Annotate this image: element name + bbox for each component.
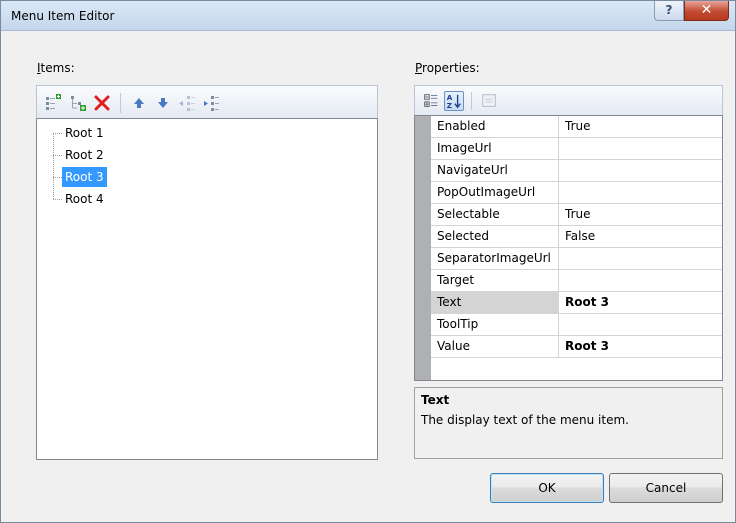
property-grid: Enabled True ImageUrl NavigateUrl PopOut… [414,115,723,381]
properties-toolbar: A Z [414,85,723,115]
items-tree[interactable]: Root 1 Root 2 Root 3 Root 4 [36,118,378,460]
tree-connector [53,133,62,134]
property-row-text[interactable]: Text Root 3 [431,292,722,314]
property-name: Target [431,270,559,291]
property-description: Text The display text of the menu item. [414,387,723,459]
menu-item-editor-dialog: Menu Item Editor ? ✕ Items: Root 1 Root … [0,0,736,523]
items-toolbar [36,85,378,118]
ok-button[interactable]: OK [490,473,604,503]
property-value[interactable] [560,248,722,269]
property-name: Text [431,292,559,313]
add-root-item-icon[interactable] [44,94,62,112]
property-value[interactable]: True [560,204,722,225]
property-row-selectable[interactable]: Selectable True [431,204,722,226]
property-row-imageurl[interactable]: ImageUrl [431,138,722,160]
property-pages-icon[interactable] [479,91,499,111]
unindent-icon[interactable] [178,94,196,112]
grid-margin [415,116,431,380]
property-value[interactable]: Root 3 [560,336,722,357]
property-row-popoutimageurl[interactable]: PopOutImageUrl [431,182,722,204]
items-label: Items: [37,61,75,75]
property-row-value[interactable]: Value Root 3 [431,336,722,358]
tree-node-root-1[interactable]: Root 1 [62,123,107,143]
description-title: Text [421,393,450,407]
property-value[interactable]: True [560,116,722,137]
indent-icon[interactable] [202,94,220,112]
window-title: Menu Item Editor [11,9,115,23]
properties-label: Properties: [415,61,480,75]
categorized-icon[interactable] [421,91,441,111]
property-name: Selected [431,226,559,247]
property-row-separatorimageurl[interactable]: SeparatorImageUrl [431,248,722,270]
add-child-item-icon[interactable] [69,94,87,112]
title-bar: Menu Item Editor ? ✕ [1,1,735,31]
property-name: NavigateUrl [431,160,559,181]
property-name: SeparatorImageUrl [431,248,559,269]
cancel-button[interactable]: Cancel [609,473,723,503]
property-value[interactable]: False [560,226,722,247]
help-icon: ? [665,3,673,17]
tree-connector [53,177,62,178]
tree-node-root-2[interactable]: Root 2 [62,145,107,165]
property-row-selected[interactable]: Selected False [431,226,722,248]
tree-node-root-3[interactable]: Root 3 [62,167,107,187]
property-row-target[interactable]: Target [431,270,722,292]
description-text: The display text of the menu item. [421,413,629,427]
delete-item-icon[interactable] [93,94,111,112]
alphabetical-icon[interactable]: A Z [444,91,464,111]
property-value[interactable] [560,160,722,181]
toolbar-separator [120,93,121,113]
property-row-tooltip[interactable]: ToolTip [431,314,722,336]
help-button[interactable]: ? [654,1,684,21]
property-name: ImageUrl [431,138,559,159]
property-name: PopOutImageUrl [431,182,559,203]
property-name: ToolTip [431,314,559,335]
tree-node-root-4[interactable]: Root 4 [62,189,107,209]
tree-connector [53,155,62,156]
svg-text:Z: Z [447,101,452,110]
property-value[interactable] [560,314,722,335]
property-name: Enabled [431,116,559,137]
property-name: Value [431,336,559,357]
move-up-icon[interactable] [130,94,148,112]
close-icon: ✕ [700,2,713,18]
property-value[interactable] [560,138,722,159]
property-row-navigateurl[interactable]: NavigateUrl [431,160,722,182]
toolbar-separator [471,92,472,110]
tree-connector [53,133,54,199]
move-down-icon[interactable] [154,94,172,112]
property-value[interactable]: Root 3 [560,292,722,313]
close-button[interactable]: ✕ [684,1,729,21]
tree-connector [53,199,62,200]
property-name: Selectable [431,204,559,225]
property-value[interactable] [560,182,722,203]
property-row-enabled[interactable]: Enabled True [431,116,722,138]
property-value[interactable] [560,270,722,291]
